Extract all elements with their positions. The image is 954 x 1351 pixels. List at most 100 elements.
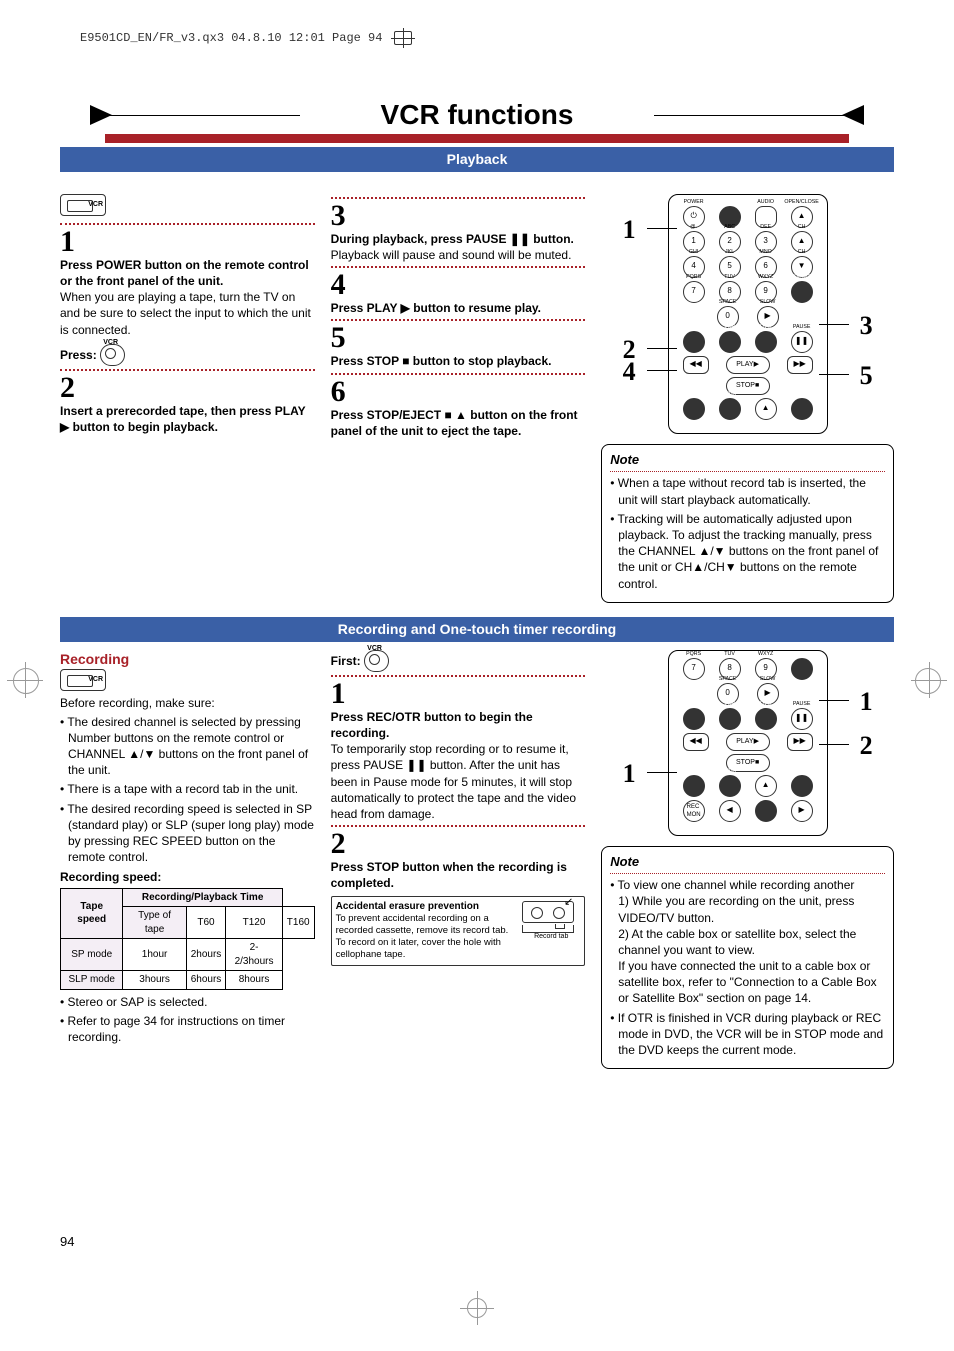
playback-col-2: 3 During playback, press PAUSE ❚❚ button… bbox=[331, 194, 586, 603]
dotted-divider bbox=[331, 197, 586, 199]
press-label: Press: bbox=[60, 348, 97, 362]
header-meta-text: E9501CD_EN/FR_v3.qx3 04.8.10 12:01 Page … bbox=[80, 30, 382, 46]
callout-3: 3 bbox=[860, 308, 873, 343]
step-6-head: Press STOP/EJECT ■ ▲ button on the front… bbox=[331, 408, 578, 438]
th-t60: T60 bbox=[186, 907, 226, 939]
cassette-record-tab-illustration: ↙ Record tab bbox=[522, 901, 580, 942]
rec-note-b2: If OTR is finished in VCR during playbac… bbox=[610, 1010, 885, 1059]
callout-1: 1 bbox=[623, 212, 636, 247]
step-4-head: Press PLAY ▶ button to resume play. bbox=[331, 301, 541, 315]
recording-speed-hdr: Recording speed: bbox=[60, 869, 315, 885]
dotted-divider bbox=[60, 223, 315, 225]
rec-note-b1a: 1) While you are recording on the unit, … bbox=[618, 894, 854, 924]
recording-intro: Before recording, make sure: bbox=[60, 695, 315, 711]
first-label: First: bbox=[331, 654, 361, 668]
row-sp: SP mode bbox=[61, 939, 123, 971]
step-3-body: Playback will pause and sound will be mu… bbox=[331, 247, 586, 263]
section-bar-playback: Playback bbox=[60, 147, 894, 172]
vcr-cassette-icon bbox=[60, 194, 106, 216]
th-type: Type of tape bbox=[123, 907, 186, 939]
row-slp: SLP mode bbox=[61, 971, 123, 990]
remote-play-button: PLAY ▶ bbox=[726, 356, 770, 374]
press-vcr-button-icon: VCR bbox=[100, 344, 125, 366]
dotted-divider bbox=[331, 319, 586, 321]
step-number-1: 1 bbox=[60, 227, 315, 257]
dotted-divider bbox=[331, 266, 586, 268]
recording-speed-table: Tape speed Recording/Playback Time Type … bbox=[60, 888, 315, 990]
section-bar-recording: Recording and One-touch timer recording bbox=[60, 617, 894, 642]
callout-4: 4 bbox=[623, 354, 636, 389]
dotted-divider bbox=[331, 373, 586, 375]
rec-note-b1c: If you have connected the unit to a cabl… bbox=[618, 959, 876, 1005]
recording-col-1: Recording Before recording, make sure: T… bbox=[60, 650, 315, 1070]
crop-mark-icon bbox=[394, 31, 412, 45]
title-arrow-left-icon bbox=[90, 105, 112, 125]
step-1-body: When you are playing a tape, turn the TV… bbox=[60, 289, 315, 338]
manual-page: E9501CD_EN/FR_v3.qx3 04.8.10 12:01 Page … bbox=[0, 0, 954, 1351]
callout-5: 5 bbox=[860, 358, 873, 393]
step-number-3: 3 bbox=[331, 201, 586, 231]
playback-note-box: Note When a tape without record tab is i… bbox=[601, 444, 894, 603]
recording-note-box: Note To view one channel while recording… bbox=[601, 846, 894, 1070]
rec-bullet-3: The desired recording speed is selected … bbox=[60, 801, 315, 866]
recording-col-3: 1 1 2 PQRS7 TUV8 WXYZ9 VIDEO/TV SPACE0 S… bbox=[601, 650, 894, 1070]
press-vcr-button-icon: VCR bbox=[364, 650, 389, 672]
accidental-erasure-box: ↙ Record tab Accidental erasure preventi… bbox=[331, 896, 586, 966]
title-arrow-right-icon bbox=[842, 105, 864, 125]
recording-heading: Recording bbox=[60, 650, 315, 669]
rec-step-number-2: 2 bbox=[331, 829, 586, 859]
step-1-head: Press POWER button on the remote control… bbox=[60, 258, 309, 288]
note-bullet-2: Tracking will be automatically adjusted … bbox=[610, 511, 885, 592]
step-number-4: 4 bbox=[331, 270, 586, 300]
step-3-head: During playback, press PAUSE ❚❚ button. bbox=[331, 232, 574, 246]
vcr-cassette-icon bbox=[60, 669, 106, 691]
recording-col-2: First: VCR 1 Press REC/OTR button to beg… bbox=[331, 650, 586, 1070]
rec-bullet-2: There is a tape with a record tab in the… bbox=[60, 781, 315, 797]
page-number: 94 bbox=[60, 1233, 74, 1251]
dotted-divider bbox=[331, 825, 586, 827]
step-2-head: Insert a prerecorded tape, then press PL… bbox=[60, 404, 305, 434]
remote-lbl-audio: AUDIO bbox=[757, 199, 774, 206]
dotted-divider bbox=[331, 675, 586, 677]
rec-note-b1: To view one channel while recording anot… bbox=[618, 878, 855, 892]
rec-note-b1b: 2) At the cable box or satellite box, se… bbox=[618, 927, 856, 957]
callout-rec-1-left: 1 bbox=[623, 756, 636, 791]
rec-step-2-head: Press STOP button when the recording is … bbox=[331, 860, 567, 890]
callout-rec-1-right: 1 bbox=[860, 684, 873, 719]
red-underline-bar bbox=[105, 134, 849, 143]
th-t160: T160 bbox=[282, 907, 314, 939]
rec-step-1-body: To temporarily stop recording or to resu… bbox=[331, 741, 586, 822]
dotted-divider bbox=[610, 873, 885, 874]
rec-bullet-5: Refer to page 34 for instructions on tim… bbox=[60, 1013, 315, 1045]
note-heading: Note bbox=[610, 451, 885, 469]
th-t120: T120 bbox=[226, 907, 283, 939]
playback-columns: 1 Press POWER button on the remote contr… bbox=[60, 194, 894, 603]
dotted-divider bbox=[610, 471, 885, 472]
print-header-meta: E9501CD_EN/FR_v3.qx3 04.8.10 12:01 Page … bbox=[60, 30, 894, 46]
remote-diagram-playback: 1 2 3 4 5 POWER⏻ REC SPEED AUDIO OPEN/CL… bbox=[667, 194, 829, 434]
th-rec-time: Recording/Playback Time bbox=[123, 888, 282, 907]
callout-rec-2: 2 bbox=[860, 728, 873, 763]
dotted-divider bbox=[60, 369, 315, 371]
print-registration-bottom bbox=[464, 1295, 490, 1321]
playback-col-3: 1 2 3 4 5 POWER⏻ REC SPEED AUDIO OPEN/CL… bbox=[601, 194, 894, 603]
remote-lbl-power: POWER bbox=[684, 199, 704, 206]
rec-step-1-head: Press REC/OTR button to begin the record… bbox=[331, 710, 533, 740]
th-tape-speed: Tape speed bbox=[61, 888, 123, 939]
note-heading: Note bbox=[610, 853, 885, 871]
step-number-2: 2 bbox=[60, 373, 315, 403]
page-title-band: VCR functions bbox=[60, 96, 894, 134]
step-number-6: 6 bbox=[331, 377, 586, 407]
playback-col-1: 1 Press POWER button on the remote contr… bbox=[60, 194, 315, 603]
remote-lbl-open: OPEN/CLOSE bbox=[784, 199, 818, 206]
remote-lbl-recspd: REC SPEED bbox=[714, 199, 745, 206]
rec-bullet-4: Stereo or SAP is selected. bbox=[60, 994, 315, 1010]
rec-step-number-1: 1 bbox=[331, 679, 586, 709]
step-5-head: Press STOP ■ button to stop playback. bbox=[331, 354, 552, 368]
page-title: VCR functions bbox=[321, 96, 634, 134]
recording-columns: Recording Before recording, make sure: T… bbox=[60, 650, 894, 1070]
record-tab-label: Record tab bbox=[522, 933, 580, 942]
remote-diagram-recording: 1 1 2 PQRS7 TUV8 WXYZ9 VIDEO/TV SPACE0 S… bbox=[667, 650, 829, 836]
step-number-5: 5 bbox=[331, 323, 586, 353]
note-bullet-1: When a tape without record tab is insert… bbox=[610, 475, 885, 507]
